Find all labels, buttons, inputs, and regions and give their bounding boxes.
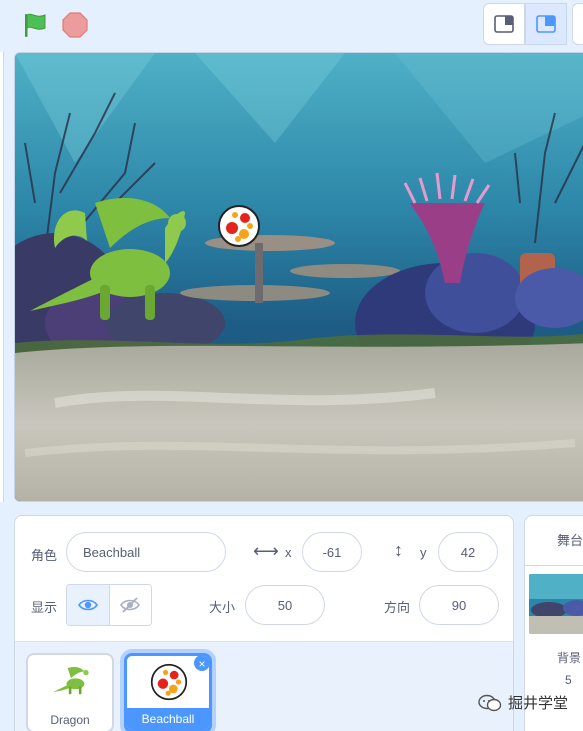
y-position-input[interactable]: 42	[438, 532, 498, 572]
size-input[interactable]: 50	[245, 585, 325, 625]
beachball-thumbnail	[150, 663, 188, 701]
fullscreen-button[interactable]	[572, 3, 583, 45]
eye-slash-icon	[120, 597, 141, 613]
stage-size-toggle	[483, 3, 583, 47]
watermark: 掘井学堂	[478, 692, 568, 713]
sprite-label: 角色	[31, 548, 58, 563]
stop-sign-icon	[62, 12, 88, 38]
wechat-icon	[478, 694, 502, 711]
stage-panel-title: 舞台	[525, 516, 583, 566]
beachball-sprite[interactable]	[217, 204, 261, 248]
backdrop-count: 5	[565, 673, 572, 687]
stop-button[interactable]	[60, 10, 90, 40]
stage-header	[0, 0, 583, 50]
sprite-tile-name: Beachball	[127, 708, 209, 730]
sprite-tile-name: Dragon	[50, 713, 90, 727]
backdrop-thumbnail	[529, 574, 583, 634]
stage-canvas[interactable]	[14, 52, 583, 502]
hide-sprite-button[interactable]	[108, 585, 151, 625]
size-label: 大小	[209, 600, 236, 615]
horizontal-arrows-icon: ⟷	[253, 541, 279, 561]
y-label: y	[420, 545, 427, 560]
close-icon: ×	[198, 657, 206, 671]
editor-edge	[0, 52, 4, 502]
sprite-info-panel: 角色 Beachball ⟷ x -61 ↕ y 42 显示 大小 50 方向 …	[14, 515, 514, 645]
x-label: x	[285, 545, 292, 560]
sprite-tile-beachball[interactable]: × Beachball	[124, 653, 212, 731]
show-sprite-button[interactable]	[67, 585, 109, 625]
direction-input[interactable]: 90	[419, 585, 499, 625]
sprite-list: Dragon × Beachball	[14, 641, 514, 731]
direction-label: 方向	[384, 600, 411, 615]
delete-sprite-button[interactable]: ×	[193, 656, 209, 672]
green-flag-icon	[25, 13, 46, 37]
normal-stage-icon	[536, 15, 556, 33]
vertical-arrows-icon: ↕	[394, 540, 403, 560]
sprite-name-input[interactable]: Beachball	[66, 532, 226, 572]
dragon-sprite[interactable]	[25, 193, 195, 328]
small-stage-icon	[494, 15, 514, 33]
eye-icon	[77, 599, 98, 611]
x-position-input[interactable]: -61	[302, 532, 362, 572]
visibility-toggle	[66, 584, 152, 626]
dragon-thumbnail	[53, 667, 89, 695]
stage-thumbnail[interactable]	[529, 574, 583, 634]
sprite-tile-dragon[interactable]: Dragon	[26, 653, 114, 731]
small-stage-button[interactable]	[483, 3, 525, 45]
backdrops-label: 背景	[557, 651, 582, 665]
watermark-text: 掘井学堂	[508, 695, 569, 712]
green-flag-button[interactable]	[20, 10, 50, 40]
normal-stage-button[interactable]	[525, 3, 567, 45]
show-label: 显示	[31, 600, 58, 615]
